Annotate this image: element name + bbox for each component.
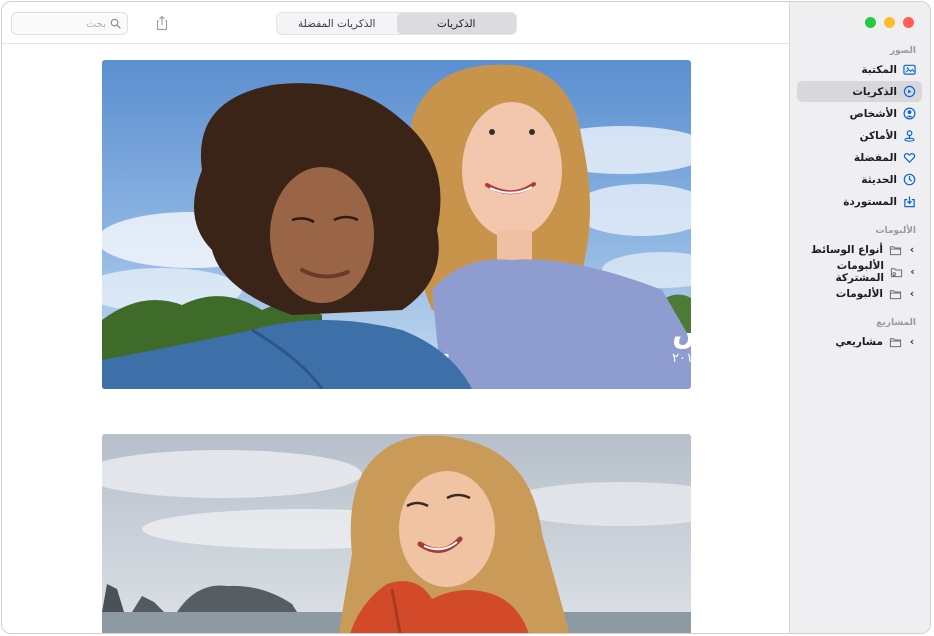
- sidebar-item-label: الألبومات: [835, 287, 883, 300]
- folder-icon: [889, 287, 902, 300]
- sidebar-item-library[interactable]: المكتبة: [797, 59, 922, 80]
- sidebar-item-label: الحديثة: [861, 173, 897, 186]
- heart-icon: [903, 151, 916, 164]
- tab-favorite-memories[interactable]: الذكريات المفضلة: [277, 13, 397, 34]
- sidebar: الصور المكتبة الذكريات الأشخاص الأماكن ا…: [789, 2, 930, 633]
- folder-icon: [889, 243, 902, 256]
- sidebar-item-recents[interactable]: الحديثة: [797, 169, 922, 190]
- sidebar-item-label: الأماكن: [859, 129, 897, 142]
- chevron-right-icon[interactable]: ›: [908, 243, 916, 256]
- sidebar-item-label: المفضلة: [853, 151, 897, 164]
- person-icon: [903, 107, 916, 120]
- photos-window: بحث الذكريات المفضلة الذكريات ٢٠ الصور ا…: [1, 1, 931, 634]
- memories-segmented-control: الذكريات المفضلة الذكريات: [276, 12, 517, 35]
- shared-folder-icon: [890, 265, 903, 278]
- zoom-button[interactable]: [865, 17, 876, 28]
- sidebar-item-people[interactable]: الأشخاص: [797, 103, 922, 124]
- share-button[interactable]: [152, 13, 172, 33]
- section-title-albums: الألبومات: [875, 226, 916, 236]
- tab-memories[interactable]: الذكريات: [396, 13, 516, 34]
- sidebar-item-label: المكتبة: [861, 63, 897, 76]
- sidebar-item-my-projects[interactable]: › مشاريعي: [797, 331, 922, 352]
- sidebar-item-label: أنواع الوسائط: [810, 243, 883, 256]
- memories-icon: [903, 85, 916, 98]
- chevron-right-icon[interactable]: ›: [909, 265, 916, 278]
- clock-icon: [903, 173, 916, 186]
- window-controls: [865, 17, 914, 28]
- memory-year: ٢٠١٧: [672, 351, 691, 366]
- places-pin-icon: [903, 129, 916, 142]
- minimize-button[interactable]: [884, 17, 895, 28]
- sidebar-item-media-types[interactable]: › أنواع الوسائط: [797, 239, 922, 260]
- memory-photo-1: GIRL ١٠ مارس ٢٠١٧: [102, 60, 691, 389]
- search-field[interactable]: بحث: [11, 12, 128, 35]
- sidebar-item-places[interactable]: الأماكن: [797, 125, 922, 146]
- share-icon: [156, 15, 168, 31]
- sidebar-item-label: الذكريات: [852, 85, 897, 98]
- sidebar-item-memories[interactable]: الذكريات: [797, 81, 922, 102]
- close-button[interactable]: [903, 17, 914, 28]
- sidebar-item-label: الألبومات المشتركة: [835, 259, 884, 284]
- toolbar: بحث الذكريات المفضلة الذكريات: [2, 2, 791, 44]
- sidebar-item-albums[interactable]: › الألبومات: [797, 283, 922, 304]
- search-placeholder: بحث: [85, 17, 106, 30]
- import-icon: [903, 195, 916, 208]
- sidebar-item-label: المستوردة: [843, 195, 897, 208]
- sidebar-item-favorites[interactable]: المفضلة: [797, 147, 922, 168]
- memories-grid: GIRL ١٠ مارس ٢٠١٧: [2, 45, 791, 633]
- memory-title: ١٠ مارس: [672, 315, 691, 350]
- section-title-photos: الصور: [889, 46, 916, 56]
- search-icon: [110, 18, 121, 29]
- sidebar-item-label: الأشخاص: [849, 107, 897, 120]
- sidebar-item-shared-albums[interactable]: › الألبومات المشتركة: [797, 259, 922, 284]
- folder-icon: [889, 335, 902, 348]
- memory-card-1[interactable]: GIRL ١٠ مارس ٢٠١٧: [102, 60, 691, 389]
- memory-card-2[interactable]: [102, 434, 691, 633]
- chevron-right-icon[interactable]: ›: [908, 335, 916, 348]
- chevron-right-icon[interactable]: ›: [908, 287, 916, 300]
- memory-photo-2: [102, 434, 691, 633]
- sidebar-item-label: مشاريعي: [835, 335, 883, 348]
- section-title-projects: المشاريع: [876, 318, 916, 328]
- sidebar-item-imports[interactable]: المستوردة: [797, 191, 922, 212]
- photo-library-icon: [903, 63, 916, 76]
